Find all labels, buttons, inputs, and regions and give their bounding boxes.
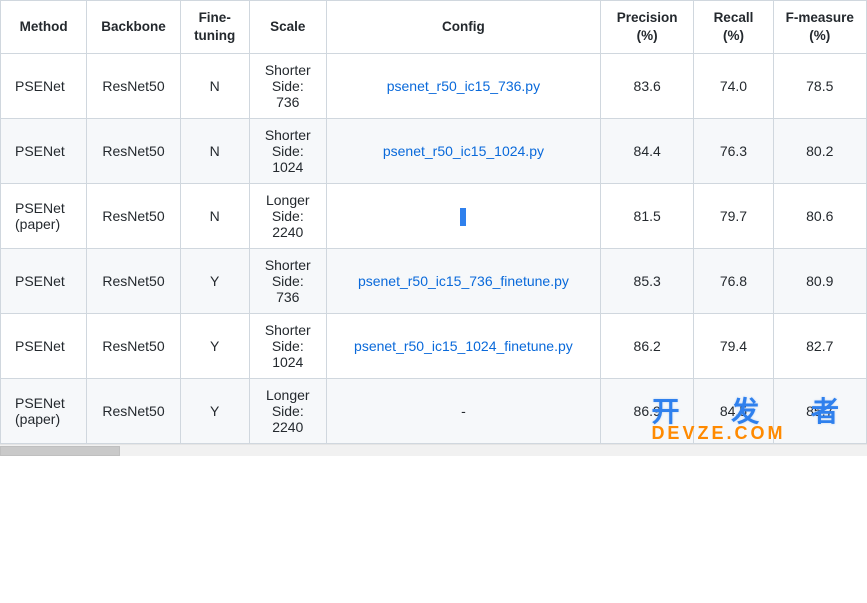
cell-precision: 86.2: [600, 314, 693, 379]
col-fmeasure: F-measure (%): [773, 1, 866, 54]
cell-method: PSENet (paper): [1, 379, 87, 444]
cell-finetuning: Y: [180, 249, 249, 314]
cell-scale: Shorter Side: 736: [249, 54, 326, 119]
col-config: Config: [326, 1, 600, 54]
config-link[interactable]: psenet_r50_ic15_736_finetune.py: [358, 273, 569, 289]
table-row: PSENetResNet50YShorter Side: 1024 psenet_…: [1, 314, 867, 379]
cell-recall: 79.7: [694, 184, 773, 249]
cell-fmeasure: 85.7: [773, 379, 866, 444]
config-link[interactable]: psenet_r50_ic15_736.py: [387, 78, 540, 94]
cell-config: [326, 184, 600, 249]
table-header-row: Method Backbone Fine-tuning Scale Config…: [1, 1, 867, 54]
col-method: Method: [1, 1, 87, 54]
cell-fmeasure: 80.2: [773, 119, 866, 184]
cell-backbone: ResNet50: [87, 184, 180, 249]
col-precision: Precision (%): [600, 1, 693, 54]
table-row: PSENet (paper)ResNet50YLonger Side: 2240…: [1, 379, 867, 444]
cell-method: PSENet: [1, 314, 87, 379]
cell-finetuning: Y: [180, 379, 249, 444]
cell-finetuning: Y: [180, 314, 249, 379]
cell-scale: Shorter Side: 1024: [249, 119, 326, 184]
col-backbone: Backbone: [87, 1, 180, 54]
cell-recall: 79.4: [694, 314, 773, 379]
cell-scale: Longer Side: 2240: [249, 379, 326, 444]
cell-backbone: ResNet50: [87, 119, 180, 184]
cell-config: psenet_r50_ic15_1024_finetune.py: [326, 314, 600, 379]
cell-config: -: [326, 379, 600, 444]
cell-backbone: ResNet50: [87, 54, 180, 119]
cell-fmeasure: 82.7: [773, 314, 866, 379]
col-scale: Scale: [249, 1, 326, 54]
cell-precision: 86.9: [600, 379, 693, 444]
cell-finetuning: N: [180, 184, 249, 249]
cell-config: psenet_r50_ic15_1024.py: [326, 119, 600, 184]
cell-method: PSENet: [1, 54, 87, 119]
cell-recall: 74.0: [694, 54, 773, 119]
cell-method: PSENet: [1, 119, 87, 184]
table-row: PSENetResNet50NShorter Side: 1024 psenet_…: [1, 119, 867, 184]
cell-recall: 76.3: [694, 119, 773, 184]
results-table: Method Backbone Fine-tuning Scale Config…: [0, 0, 867, 444]
cell-backbone: ResNet50: [87, 249, 180, 314]
cell-fmeasure: 80.6: [773, 184, 866, 249]
col-finetuning: Fine-tuning: [180, 1, 249, 54]
cell-backbone: ResNet50: [87, 314, 180, 379]
cell-method: PSENet: [1, 249, 87, 314]
cell-method: PSENet (paper): [1, 184, 87, 249]
cell-finetuning: N: [180, 119, 249, 184]
cell-recall: 76.8: [694, 249, 773, 314]
cell-precision: 83.6: [600, 54, 693, 119]
col-recall: Recall (%): [694, 1, 773, 54]
cell-precision: 81.5: [600, 184, 693, 249]
cell-precision: 85.3: [600, 249, 693, 314]
table-row: PSENet (paper)ResNet50NLonger Side: 2240…: [1, 184, 867, 249]
cell-fmeasure: 78.5: [773, 54, 866, 119]
selection-highlight: [460, 208, 466, 226]
cell-config: psenet_r50_ic15_736_finetune.py: [326, 249, 600, 314]
cell-config: psenet_r50_ic15_736.py: [326, 54, 600, 119]
cell-scale: Longer Side: 2240: [249, 184, 326, 249]
cell-scale: Shorter Side: 1024: [249, 314, 326, 379]
cell-fmeasure: 80.9: [773, 249, 866, 314]
cell-recall: 84.5: [694, 379, 773, 444]
config-link[interactable]: psenet_r50_ic15_1024.py: [383, 143, 544, 159]
scrollbar-thumb[interactable]: [0, 446, 120, 456]
cell-backbone: ResNet50: [87, 379, 180, 444]
table-row: PSENetResNet50YShorter Side: 736 psenet_r…: [1, 249, 867, 314]
cell-precision: 84.4: [600, 119, 693, 184]
table-row: PSENetResNet50NShorter Side: 736 psenet_r…: [1, 54, 867, 119]
config-link[interactable]: psenet_r50_ic15_1024_finetune.py: [354, 338, 573, 354]
horizontal-scrollbar[interactable]: [0, 444, 867, 456]
cell-finetuning: N: [180, 54, 249, 119]
cell-scale: Shorter Side: 736: [249, 249, 326, 314]
